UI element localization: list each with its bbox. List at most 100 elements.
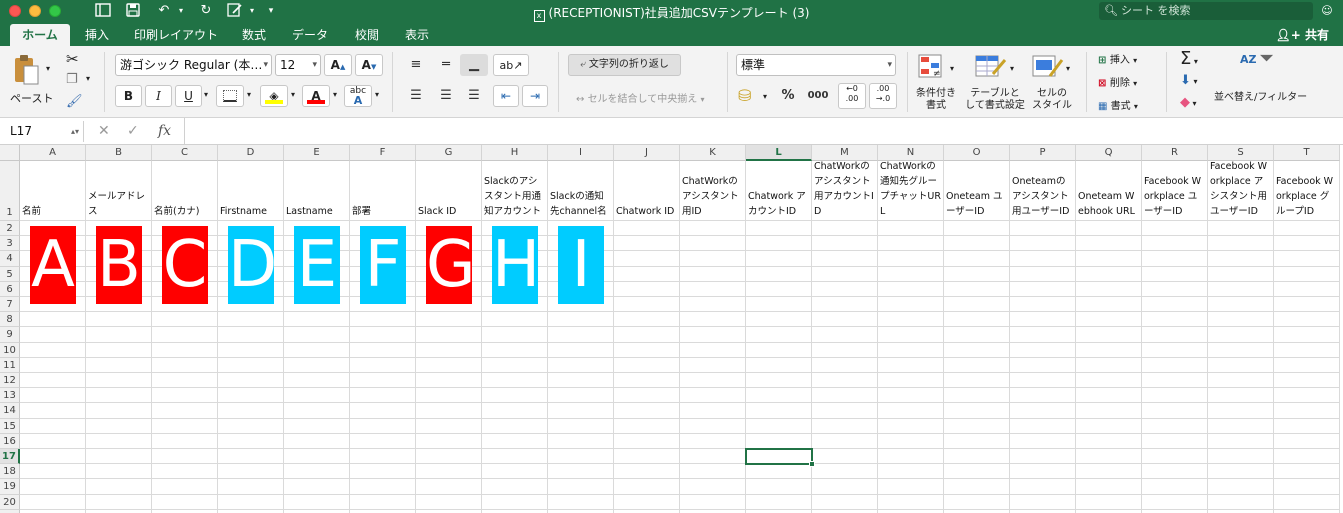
cell-e15[interactable]	[284, 418, 350, 434]
cell-q18[interactable]	[1076, 464, 1142, 480]
cell-l3[interactable]	[746, 236, 812, 252]
cell-p9[interactable]	[1010, 327, 1076, 343]
cell-t4[interactable]	[1274, 251, 1340, 267]
cell-p18[interactable]	[1010, 464, 1076, 480]
cell-t14[interactable]	[1274, 403, 1340, 419]
cell-g9[interactable]	[416, 327, 482, 343]
cell-n10[interactable]	[878, 342, 944, 358]
cell-e18[interactable]	[284, 464, 350, 480]
cell-s1[interactable]: Facebook Workplace アシスタント用ユーザーID	[1208, 161, 1274, 221]
phonetic-button[interactable]: abc A	[344, 85, 372, 107]
cell-q19[interactable]	[1076, 479, 1142, 495]
column-header-i[interactable]: I	[548, 145, 614, 161]
cell-f10[interactable]	[350, 342, 416, 358]
column-header-o[interactable]: O	[944, 145, 1010, 161]
cell-k16[interactable]	[680, 433, 746, 449]
cell-c15[interactable]	[152, 418, 218, 434]
cell-i15[interactable]	[548, 418, 614, 434]
cell-styles-dropdown-icon[interactable]: ▾	[1066, 64, 1070, 73]
cell-m7[interactable]	[812, 297, 878, 313]
cell-n8[interactable]	[878, 312, 944, 328]
cell-o10[interactable]	[944, 342, 1010, 358]
cell-t13[interactable]	[1274, 388, 1340, 404]
cell-m14[interactable]	[812, 403, 878, 419]
column-header-r[interactable]: R	[1142, 145, 1208, 161]
cell-s3[interactable]	[1208, 236, 1274, 252]
cell-r14[interactable]	[1142, 403, 1208, 419]
cell-c10[interactable]	[152, 342, 218, 358]
cell-r2[interactable]	[1142, 221, 1208, 237]
cell-b9[interactable]	[86, 327, 152, 343]
cell-f20[interactable]	[350, 494, 416, 510]
cell-g15[interactable]	[416, 418, 482, 434]
column-header-j[interactable]: J	[614, 145, 680, 161]
cell-k20[interactable]	[680, 494, 746, 510]
cell-b20[interactable]	[86, 494, 152, 510]
cell-o3[interactable]	[944, 236, 1010, 252]
cell-m1[interactable]: ChatWorkのアシスタント用アカウントID	[812, 161, 878, 221]
tab-review[interactable]: 校閲	[348, 24, 386, 46]
cell-g13[interactable]	[416, 388, 482, 404]
cell-p3[interactable]	[1010, 236, 1076, 252]
cell-q8[interactable]	[1076, 312, 1142, 328]
cell-t20[interactable]	[1274, 494, 1340, 510]
cell-d18[interactable]	[218, 464, 284, 480]
cell-b14[interactable]	[86, 403, 152, 419]
font-color-dropdown-icon[interactable]: ▾	[333, 90, 337, 99]
autosum-button[interactable]: Σ ▾	[1180, 48, 1198, 69]
cell-k17[interactable]	[680, 449, 746, 465]
cell-d16[interactable]	[218, 433, 284, 449]
cell-p20[interactable]	[1010, 494, 1076, 510]
row-header-10[interactable]: 10	[0, 342, 20, 358]
cell-k13[interactable]	[680, 388, 746, 404]
cell-b19[interactable]	[86, 479, 152, 495]
cell-p16[interactable]	[1010, 433, 1076, 449]
cell-h10[interactable]	[482, 342, 548, 358]
cell-a9[interactable]	[20, 327, 86, 343]
cell-o6[interactable]	[944, 281, 1010, 297]
cell-s14[interactable]	[1208, 403, 1274, 419]
name-box[interactable]: L17 ▴▾	[4, 121, 84, 142]
cell-h13[interactable]	[482, 388, 548, 404]
currency-dropdown-icon[interactable]: ▾	[763, 92, 767, 101]
increase-indent-button[interactable]: ⇥	[522, 85, 548, 107]
align-top-button[interactable]: ≡	[402, 54, 430, 76]
cell-m8[interactable]	[812, 312, 878, 328]
cell-n9[interactable]	[878, 327, 944, 343]
cell-s16[interactable]	[1208, 433, 1274, 449]
cell-t15[interactable]	[1274, 418, 1340, 434]
align-middle-button[interactable]: ═	[432, 54, 460, 76]
cell-a16[interactable]	[20, 433, 86, 449]
cell-s12[interactable]	[1208, 373, 1274, 389]
cell-q11[interactable]	[1076, 357, 1142, 373]
tab-insert[interactable]: 挿入	[78, 24, 116, 46]
cell-k15[interactable]	[680, 418, 746, 434]
cell-i20[interactable]	[548, 494, 614, 510]
cell-j5[interactable]	[614, 266, 680, 282]
cell-s4[interactable]	[1208, 251, 1274, 267]
cell-s20[interactable]	[1208, 494, 1274, 510]
row-header-13[interactable]: 13	[0, 388, 20, 404]
align-bottom-button[interactable]: ▁	[460, 54, 488, 76]
cell-h18[interactable]	[482, 464, 548, 480]
cell-n18[interactable]	[878, 464, 944, 480]
cell-j17[interactable]	[614, 449, 680, 465]
cell-g11[interactable]	[416, 357, 482, 373]
row-header-12[interactable]: 12	[0, 373, 20, 389]
cell-c8[interactable]	[152, 312, 218, 328]
cell-s13[interactable]	[1208, 388, 1274, 404]
cell-g8[interactable]	[416, 312, 482, 328]
cell-t2[interactable]	[1274, 221, 1340, 237]
column-header-e[interactable]: E	[284, 145, 350, 161]
cell-l20[interactable]	[746, 494, 812, 510]
cell-s6[interactable]	[1208, 281, 1274, 297]
cell-l10[interactable]	[746, 342, 812, 358]
cell-l7[interactable]	[746, 297, 812, 313]
cell-t12[interactable]	[1274, 373, 1340, 389]
cell-j8[interactable]	[614, 312, 680, 328]
cell-m13[interactable]	[812, 388, 878, 404]
format-cells-button[interactable]: ▦ 書式 ▾	[1098, 97, 1138, 112]
orientation-button[interactable]: ab↗	[493, 54, 529, 76]
column-header-b[interactable]: B	[86, 145, 152, 161]
cell-j19[interactable]	[614, 479, 680, 495]
